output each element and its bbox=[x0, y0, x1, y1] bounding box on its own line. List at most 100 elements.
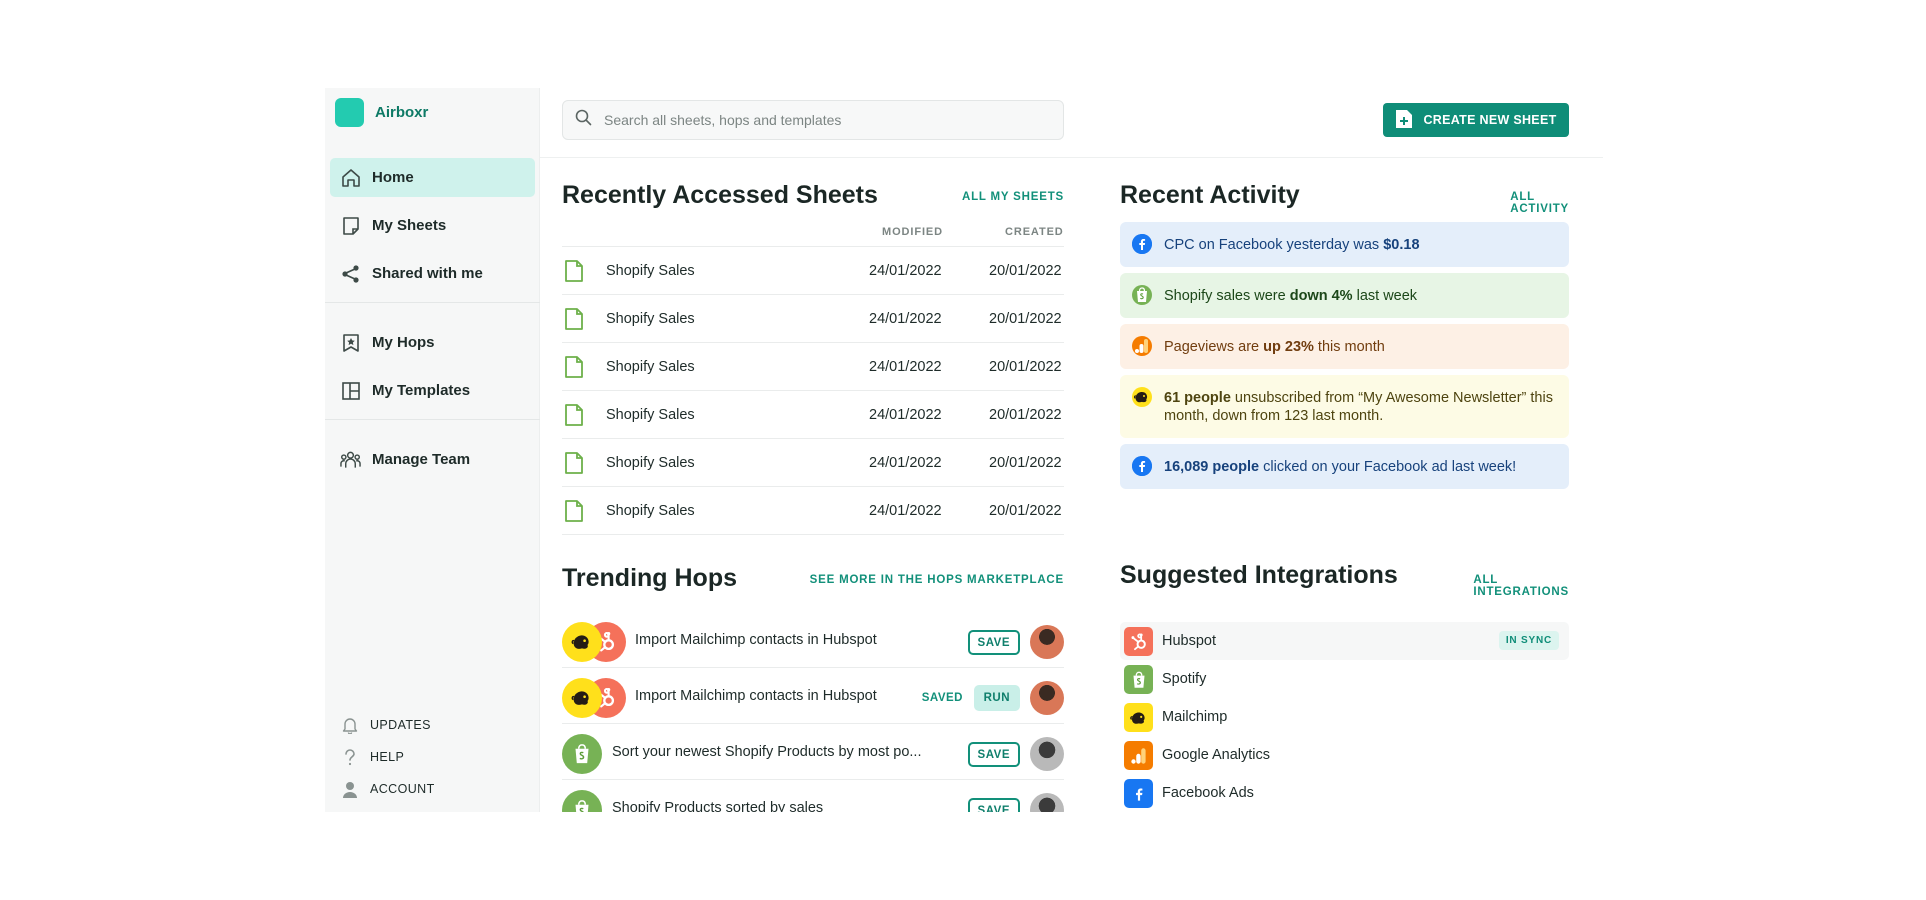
hops-title: Trending Hops bbox=[562, 564, 737, 592]
integration-item[interactable]: Mailchimp bbox=[1120, 698, 1569, 736]
sheet-row[interactable]: Shopify Sales 24/01/2022 20/01/2022 bbox=[562, 487, 1064, 535]
avatar bbox=[1030, 681, 1064, 715]
home-icon bbox=[340, 167, 361, 188]
column-header-modified[interactable]: MODIFIED bbox=[882, 226, 943, 238]
sidebar-item-manage-team[interactable]: Manage Team bbox=[330, 440, 535, 479]
activity-text-part: CPC on Facebook yesterday was bbox=[1164, 236, 1384, 253]
hop-item[interactable]: Import Mailchimp contacts in Hubspot SAV… bbox=[562, 668, 1064, 724]
activity-text-part: $0.18 bbox=[1383, 236, 1420, 253]
brand-logo bbox=[335, 98, 364, 127]
sheet-name: Shopify Sales bbox=[606, 310, 695, 327]
sidebar-item-label: My Templates bbox=[372, 382, 471, 399]
activity-item[interactable]: 61 people unsubscribed from “My Awesome … bbox=[1120, 375, 1569, 438]
sheet-modified: 24/01/2022 bbox=[869, 454, 942, 471]
integration-item[interactable]: Facebook Ads bbox=[1120, 774, 1569, 812]
activity-text: Pageviews are up 23% this month bbox=[1164, 338, 1385, 356]
sidebar-item-shared-with-me[interactable]: Shared with me bbox=[330, 254, 535, 293]
sheet-modified: 24/01/2022 bbox=[869, 406, 942, 423]
brand[interactable]: Airboxr bbox=[335, 98, 428, 127]
sheet-row[interactable]: Shopify Sales 24/01/2022 20/01/2022 bbox=[562, 391, 1064, 439]
integration-item[interactable]: Spotify bbox=[1120, 660, 1569, 698]
footer-link-account[interactable]: ACCOUNT bbox=[341, 773, 435, 805]
activity-item[interactable]: Shopify sales were down 4% last week bbox=[1120, 273, 1569, 318]
sidebar-item-label: Manage Team bbox=[372, 451, 471, 468]
all-integrations-link[interactable]: ALL INTEGRATIONS bbox=[1473, 574, 1569, 598]
mailchimp-icon bbox=[562, 678, 602, 718]
activity-text-part: clicked on your Facebook ad last week! bbox=[1259, 458, 1517, 475]
sheet-row[interactable]: Shopify Sales 24/01/2022 20/01/2022 bbox=[562, 343, 1064, 391]
integration-item[interactable]: Google Analytics bbox=[1120, 736, 1569, 774]
sheet-row[interactable]: Shopify Sales 24/01/2022 20/01/2022 bbox=[562, 439, 1064, 487]
all-activity-link[interactable]: ALL ACTIVITY bbox=[1510, 191, 1569, 215]
shopify-icon bbox=[562, 790, 602, 812]
integration-name: Hubspot bbox=[1162, 633, 1217, 649]
hop-title: Sort your newest Shopify Products by mos… bbox=[612, 744, 922, 760]
footer-link-label: HELP bbox=[370, 750, 405, 764]
hop-logos bbox=[562, 622, 632, 662]
avatar bbox=[1030, 737, 1064, 771]
create-new-sheet-label: CREATE NEW SHEET bbox=[1423, 113, 1557, 127]
sidebar-divider bbox=[325, 419, 540, 420]
hop-save-button[interactable]: SAVE bbox=[967, 630, 1020, 655]
sheet-modified: 24/01/2022 bbox=[869, 310, 942, 327]
sidebar-item-home[interactable]: Home bbox=[330, 158, 535, 197]
hop-saved-label: SAVED bbox=[921, 692, 963, 704]
sidebar-nav: Home My Sheets Shared with me My Hops My… bbox=[325, 158, 540, 488]
all-my-sheets-link[interactable]: ALL MY SHEETS bbox=[962, 191, 1064, 203]
sheet-name: Shopify Sales bbox=[606, 454, 695, 471]
sidebar-item-my-sheets[interactable]: My Sheets bbox=[330, 206, 535, 245]
sidebar-item-my-templates[interactable]: My Templates bbox=[330, 371, 535, 410]
activity-item[interactable]: Pageviews are up 23% this month bbox=[1120, 324, 1569, 369]
activity-text: 16,089 people clicked on your Facebook a… bbox=[1164, 458, 1516, 476]
sheets-table-header: MODIFIED CREATED bbox=[562, 220, 1064, 247]
hop-item[interactable]: Shopify Products sorted by sales SAVE bbox=[562, 780, 1064, 812]
activity-text-part: Pageviews are bbox=[1164, 338, 1264, 355]
activity-item[interactable]: 16,089 people clicked on your Facebook a… bbox=[1120, 444, 1569, 489]
hop-title: Import Mailchimp contacts in Hubspot bbox=[635, 632, 877, 648]
activity-text-part: down 4% bbox=[1289, 287, 1353, 304]
column-header-created[interactable]: CREATED bbox=[1005, 226, 1064, 238]
hop-title: Import Mailchimp contacts in Hubspot bbox=[635, 688, 877, 704]
sheets-table: MODIFIED CREATED Shopify Sales 24/01/202… bbox=[562, 220, 1064, 535]
hop-run-button[interactable]: RUN bbox=[973, 685, 1020, 711]
hops-marketplace-link[interactable]: SEE MORE IN THE HOPS MARKETPLACE bbox=[810, 574, 1064, 586]
sheet-modified: 24/01/2022 bbox=[869, 358, 942, 375]
hop-save-button[interactable]: SAVE bbox=[967, 798, 1020, 812]
status-badge: IN SYNC bbox=[1498, 631, 1559, 650]
facebook-icon bbox=[1132, 234, 1152, 254]
add-sheet-icon bbox=[1395, 109, 1413, 132]
template-icon bbox=[340, 380, 361, 401]
integration-name: Spotify bbox=[1162, 671, 1207, 687]
integrations-list: Hubspot IN SYNC Spotify Mailchimp Google… bbox=[1120, 622, 1569, 812]
search-input[interactable] bbox=[604, 112, 1044, 128]
facebook-icon bbox=[1124, 779, 1153, 808]
hop-item[interactable]: Sort your newest Shopify Products by mos… bbox=[562, 724, 1064, 780]
sidebar-item-my-hops[interactable]: My Hops bbox=[330, 323, 535, 362]
activity-text: 61 people unsubscribed from “My Awesome … bbox=[1164, 389, 1557, 425]
bookmark-star-icon bbox=[340, 332, 361, 353]
sheet-created: 20/01/2022 bbox=[989, 310, 1062, 327]
integration-name: Google Analytics bbox=[1162, 747, 1271, 763]
sheet-created: 20/01/2022 bbox=[989, 502, 1062, 519]
sheet-row[interactable]: Shopify Sales 24/01/2022 20/01/2022 bbox=[562, 247, 1064, 295]
user-icon bbox=[341, 780, 359, 798]
integration-item[interactable]: Hubspot IN SYNC bbox=[1120, 622, 1569, 660]
team-icon bbox=[340, 449, 361, 470]
hop-save-button[interactable]: SAVE bbox=[967, 742, 1020, 767]
search-box[interactable] bbox=[562, 100, 1064, 140]
question-icon bbox=[341, 748, 359, 766]
hop-title: Shopify Products sorted by sales bbox=[612, 800, 824, 812]
footer-link-updates[interactable]: UPDATES bbox=[341, 709, 435, 741]
sidebar-divider bbox=[325, 302, 540, 303]
sheet-row[interactable]: Shopify Sales 24/01/2022 20/01/2022 bbox=[562, 295, 1064, 343]
sheet-name: Shopify Sales bbox=[606, 502, 695, 519]
sheet-file-icon bbox=[564, 356, 584, 383]
footer-link-help[interactable]: HELP bbox=[341, 741, 435, 773]
hop-item[interactable]: Import Mailchimp contacts in Hubspot SAV… bbox=[562, 612, 1064, 668]
sidebar-footer: UPDATES HELP ACCOUNT bbox=[341, 709, 435, 805]
integrations-title: Suggested Integrations bbox=[1120, 561, 1398, 589]
search-icon bbox=[575, 109, 592, 131]
activity-item[interactable]: CPC on Facebook yesterday was $0.18 bbox=[1120, 222, 1569, 267]
create-new-sheet-button[interactable]: CREATE NEW SHEET bbox=[1383, 103, 1569, 137]
analytics-icon bbox=[1132, 336, 1152, 356]
